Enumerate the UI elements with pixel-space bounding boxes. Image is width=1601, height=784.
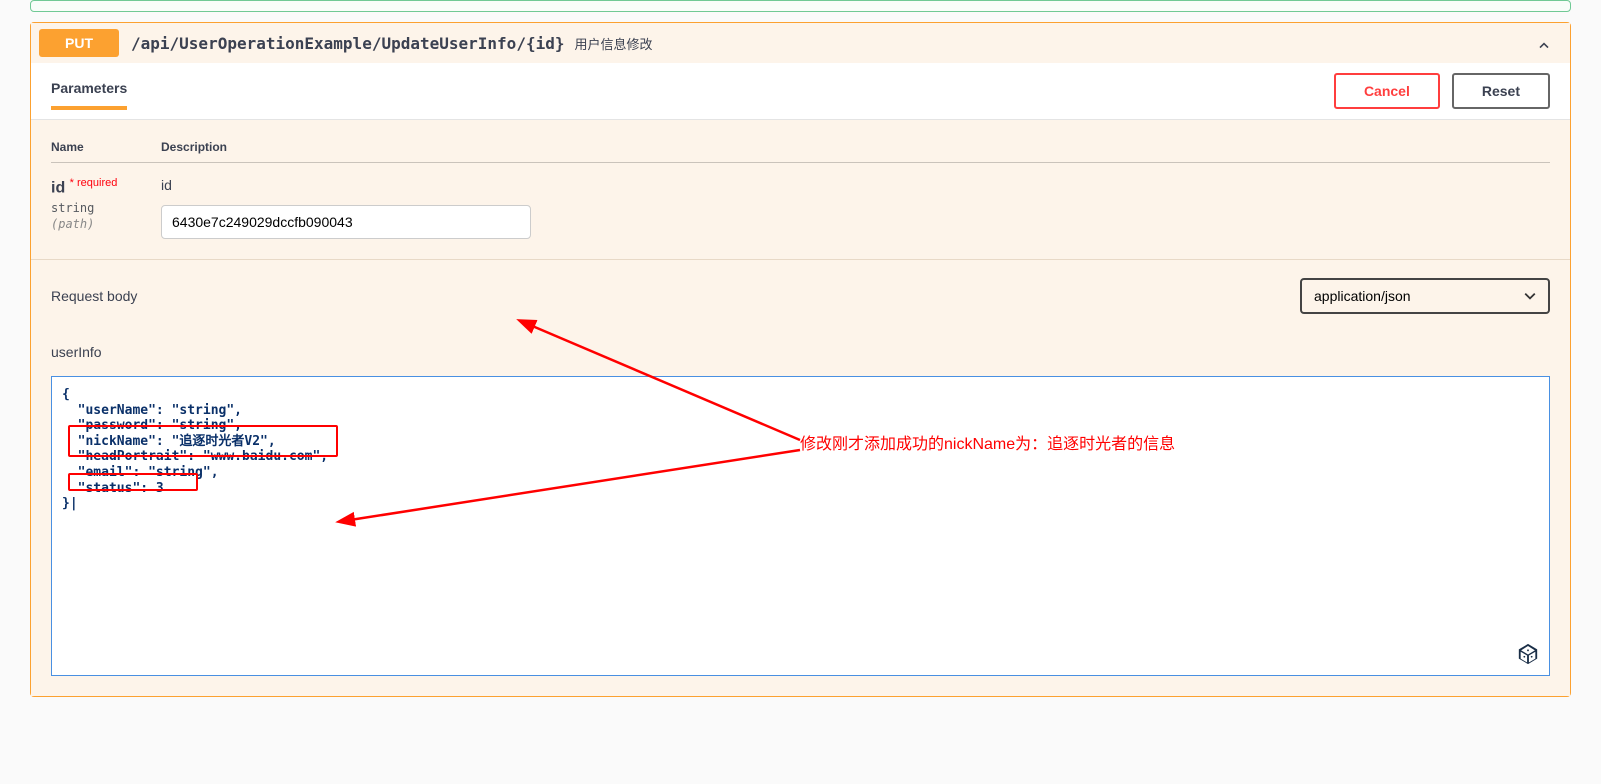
userinfo-section: userInfo { "userName": "string", "passwo… bbox=[31, 328, 1570, 696]
parameters-header: Parameters Cancel Reset bbox=[31, 63, 1570, 120]
endpoint-summary: 用户信息修改 bbox=[574, 34, 652, 53]
content-type-value: application/json bbox=[1314, 288, 1411, 304]
required-marker: * required bbox=[70, 177, 118, 189]
col-desc-header: Description bbox=[161, 140, 227, 154]
chevron-down-icon bbox=[1524, 290, 1536, 302]
chevron-down-icon[interactable] bbox=[1536, 33, 1552, 54]
table-row: id * required string (path) id bbox=[51, 163, 1550, 239]
operation-block: PUT /api/UserOperationExample/UpdateUser… bbox=[30, 22, 1571, 697]
param-location: (path) bbox=[51, 217, 161, 231]
dice-icon[interactable] bbox=[1517, 643, 1539, 665]
param-type: string bbox=[51, 201, 161, 215]
param-name: id bbox=[51, 179, 65, 196]
table-header-row: Name Description bbox=[51, 140, 1550, 163]
param-description: id bbox=[161, 177, 1550, 193]
previous-block-border bbox=[30, 0, 1571, 12]
col-name-header: Name bbox=[51, 140, 161, 154]
id-input[interactable] bbox=[161, 205, 531, 239]
tab-parameters[interactable]: Parameters bbox=[51, 80, 127, 110]
userinfo-label: userInfo bbox=[51, 344, 1550, 360]
button-group: Cancel Reset bbox=[1334, 73, 1550, 109]
cancel-button[interactable]: Cancel bbox=[1334, 73, 1440, 109]
parameters-body: Name Description id * required string (p… bbox=[31, 120, 1570, 259]
parameters-table: Name Description id * required string (p… bbox=[51, 140, 1550, 239]
json-body-editor[interactable]: { "userName": "string", "password": "str… bbox=[51, 376, 1550, 676]
request-body-header: Request body application/json bbox=[31, 259, 1570, 328]
annotation-text: 修改刚才添加成功的nickName为：追逐时光者的信息 bbox=[800, 430, 1175, 454]
http-method-badge: PUT bbox=[39, 29, 119, 57]
param-name-cell: id * required string (path) bbox=[51, 177, 161, 239]
param-desc-cell: id bbox=[161, 177, 1550, 239]
endpoint-path: /api/UserOperationExample/UpdateUserInfo… bbox=[131, 34, 564, 53]
reset-button[interactable]: Reset bbox=[1452, 73, 1550, 109]
request-body-label: Request body bbox=[51, 288, 137, 304]
content-type-select[interactable]: application/json bbox=[1300, 278, 1550, 314]
operation-summary[interactable]: PUT /api/UserOperationExample/UpdateUser… bbox=[31, 23, 1570, 63]
